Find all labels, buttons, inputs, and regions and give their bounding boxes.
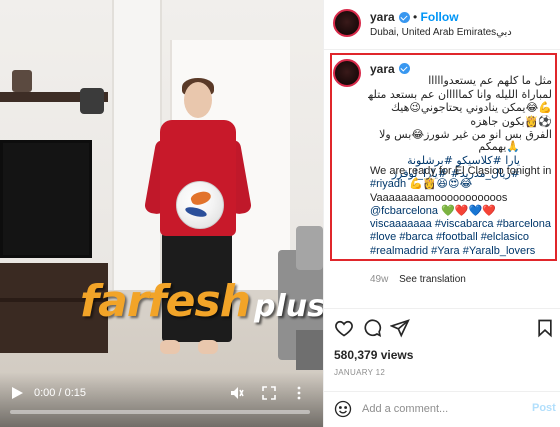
heart-icon[interactable] [334, 318, 354, 338]
plant-pot [80, 88, 104, 114]
emoji-icon[interactable] [334, 400, 352, 418]
caption-line: 🙏يهمكم [478, 140, 520, 153]
caption-line: 💪😂يمكن ينادوني يحتاجوني😉هيك [391, 101, 552, 114]
video-player[interactable]: farfesh plus.com 0:00 / 0:15 [0, 0, 323, 427]
dot-separator: • [413, 10, 421, 24]
speaker [12, 70, 32, 92]
follow-button[interactable]: • Follow [413, 10, 459, 24]
watermark-sub: plus.com [254, 289, 323, 324]
verified-icon [399, 12, 410, 23]
caption-arabic: مثل ما كلهم عم يستعدوااااا لمباراة الليل… [368, 74, 552, 142]
cushion [296, 226, 323, 270]
person-head [184, 82, 212, 118]
caption-line: ⚽👸بكون جاهزه [470, 114, 552, 128]
caption-line: مثل ما كلهم عم يستعدوااااا [428, 74, 552, 87]
more-icon[interactable] [292, 386, 306, 400]
television [0, 140, 92, 258]
mute-icon[interactable] [230, 386, 244, 400]
video-progress-bar[interactable] [10, 410, 310, 414]
verified-icon [399, 63, 410, 74]
caption-line[interactable]: #realmadrid #Yara #Yaralb_lovers [370, 245, 554, 258]
view-count[interactable]: 580,379 views [334, 348, 413, 362]
video-frame [0, 0, 323, 427]
avatar[interactable] [333, 9, 361, 37]
person-foot-left [160, 340, 180, 354]
caption-line[interactable]: #love #barca #football #elclasico [370, 231, 554, 244]
see-translation-link[interactable]: See translation [399, 274, 466, 285]
caption-avatar[interactable] [333, 59, 361, 87]
comment-input[interactable] [362, 401, 512, 417]
divider [324, 391, 560, 392]
post-panel: yara • Follow Dubai, United Arab Emirate… [323, 0, 560, 427]
caption-meta: 49w See translation [370, 274, 466, 285]
watermark-main: farfesh [80, 276, 251, 327]
caption-line[interactable]: @fcbarcelona 💚❤️💙❤️ [370, 205, 554, 218]
post-comment-button[interactable]: Post [532, 402, 556, 414]
caption-line[interactable]: #riyadh 💪👸😆😍😂 [370, 178, 554, 191]
bookmark-icon[interactable] [535, 318, 555, 338]
fullscreen-icon[interactable] [262, 386, 276, 400]
caption-line: Vaaaaaaaamooooooooooos [370, 191, 508, 204]
watermark: farfesh plus.com [80, 276, 323, 327]
person-foot-right [198, 340, 218, 354]
football [176, 181, 224, 229]
post-date: JANUARY 12 [334, 368, 386, 377]
caption-line[interactable]: viscaaaaaaa #viscabarca #barcelona [370, 218, 554, 231]
box [296, 330, 323, 370]
comment-icon[interactable] [362, 318, 382, 338]
share-icon[interactable] [390, 318, 410, 338]
divider [324, 308, 560, 309]
divider [324, 49, 560, 50]
post-username[interactable]: yara [370, 10, 395, 24]
post-age: 49w [370, 274, 389, 285]
caption-line: لمباراة الليله وانا كمااااان عم بستعد مت… [368, 87, 552, 101]
play-icon[interactable] [10, 386, 24, 400]
location-link[interactable]: Dubai, United Arab Emiratesدبي [370, 27, 512, 38]
caption-english: We are ready for El Clasico tonight in #… [370, 165, 554, 258]
caption-line: We are ready for El Clasico tonight in [370, 165, 552, 177]
follow-label: Follow [420, 10, 459, 24]
video-time: 0:00 / 0:15 [34, 387, 86, 399]
